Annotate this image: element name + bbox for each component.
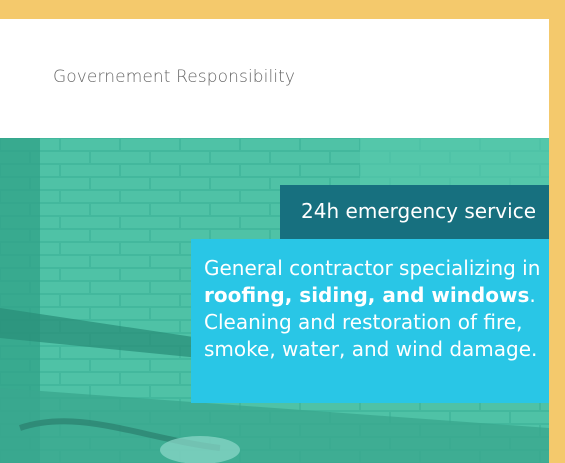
emergency-badge: 24h emergency service xyxy=(280,185,549,239)
emergency-badge-label: 24h emergency service xyxy=(301,199,536,223)
service-description-text: General contractor specializing in roofi… xyxy=(204,255,544,363)
content-card: Governement Responsibility 24h emergency… xyxy=(0,19,549,463)
page-title: Governement Responsibility xyxy=(53,67,296,87)
service-description: General contractor specializing in roofi… xyxy=(191,239,549,403)
description-intro: General contractor specializing in xyxy=(204,256,541,280)
page-header: Governement Responsibility xyxy=(0,19,549,138)
description-highlight: roofing, siding, and windows xyxy=(204,283,530,307)
hero-banner: 24h emergency service General contractor… xyxy=(0,138,549,463)
